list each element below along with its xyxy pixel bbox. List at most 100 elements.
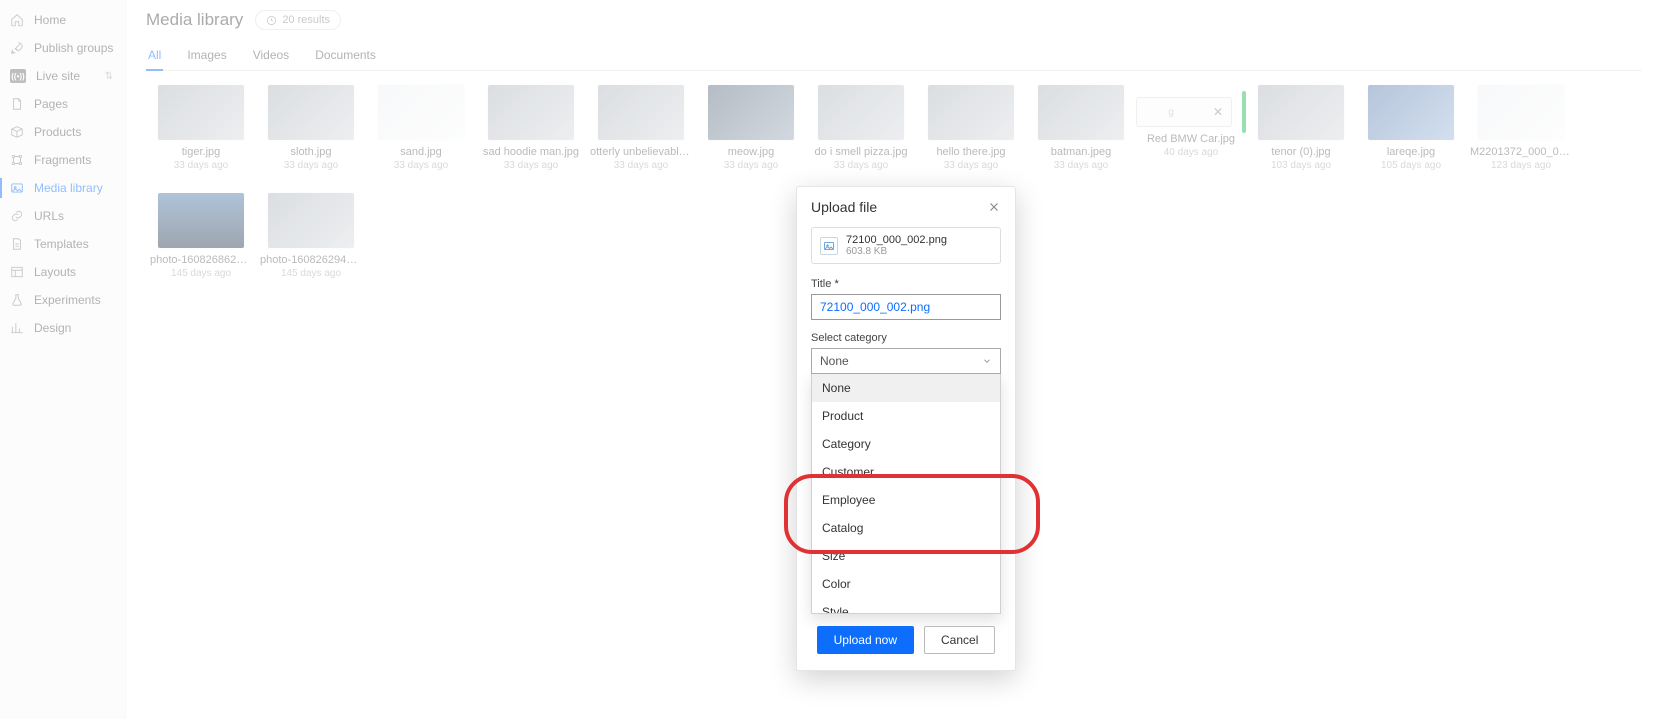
chevron-down-icon: [982, 356, 992, 366]
media-item[interactable]: lareqe.jpg 105 days ago: [1356, 85, 1466, 171]
media-item[interactable]: batman.jpeg33 days ago: [1026, 85, 1136, 171]
sidebar-item-urls[interactable]: URLs: [0, 202, 125, 230]
sidebar-item-pages[interactable]: Pages: [0, 90, 125, 118]
results-badge: 20 results: [255, 10, 341, 30]
category-option-size[interactable]: Size: [812, 542, 1000, 570]
sidebar-item-label: Design: [34, 321, 71, 335]
category-select[interactable]: None: [811, 348, 1001, 374]
frag-icon: [10, 153, 24, 167]
category-option-customer[interactable]: Customer: [812, 458, 1000, 486]
category-option-none[interactable]: None: [812, 374, 1000, 402]
tab-videos[interactable]: Videos: [251, 42, 291, 70]
image-file-icon: [820, 237, 838, 255]
media-age: 123 days ago: [1466, 160, 1576, 171]
media-filename: do i smell pizza.jpg: [806, 146, 916, 158]
sidebar-item-layouts[interactable]: Layouts: [0, 258, 125, 286]
sidebar-item-design[interactable]: Design: [0, 314, 125, 342]
media-item[interactable]: photo-160826862760...145 days ago: [146, 193, 256, 279]
sidebar-item-label: Products: [34, 125, 81, 139]
thumbnail: [1258, 85, 1344, 140]
media-item[interactable]: sand.jpg33 days ago: [366, 85, 476, 171]
sidebar-item-experiments[interactable]: Experiments: [0, 286, 125, 314]
media-item[interactable]: M2201372_000_002.p...123 days ago: [1466, 85, 1576, 171]
sidebar-item-label: Publish groups: [34, 41, 113, 55]
thumbnail: [1038, 85, 1124, 140]
media-item[interactable]: otterly unbelievable.j... 33 days ago: [586, 85, 696, 171]
media-age: 40 days ago: [1136, 147, 1246, 158]
media-item[interactable]: tiger.jpg 33 days ago: [146, 85, 256, 171]
media-age: 33 days ago: [916, 160, 1026, 171]
home-icon: [10, 13, 24, 27]
category-option-color[interactable]: Color: [812, 570, 1000, 598]
cancel-upload-icon[interactable]: ✕: [1205, 99, 1231, 125]
sidebar-item-label: Layouts: [34, 265, 76, 279]
updown-icon[interactable]: ⇅: [105, 71, 113, 82]
media-age: 33 days ago: [806, 160, 916, 171]
thumbnail: [708, 85, 794, 140]
sidebar-item-products[interactable]: Products: [0, 118, 125, 146]
layout-icon: [10, 265, 24, 279]
title-input[interactable]: [811, 294, 1001, 320]
sidebar-item-label: Fragments: [34, 153, 91, 167]
media-filename: lareqe.jpg: [1356, 146, 1466, 158]
media-filename: tiger.jpg: [146, 146, 256, 158]
media-filename: Red BMW Car.jpg: [1136, 133, 1246, 145]
flask-icon: [10, 293, 24, 307]
thumbnail: [488, 85, 574, 140]
thumbnail: [268, 193, 354, 248]
media-age: 145 days ago: [256, 268, 366, 279]
media-filename: tenor (0).jpg: [1246, 146, 1356, 158]
live-icon: ((•)): [10, 69, 26, 83]
close-icon[interactable]: [987, 200, 1001, 214]
tab-all[interactable]: All: [146, 42, 163, 70]
media-age: 33 days ago: [1026, 160, 1136, 171]
sidebar-item-templates[interactable]: Templates: [0, 230, 125, 258]
sidebar-item-live-site[interactable]: ((•)) Live site ⇅: [0, 62, 125, 90]
tabs: All Images Videos Documents: [146, 42, 1642, 71]
thumbnail: [598, 85, 684, 140]
media-item[interactable]: meow.jpg33 days ago: [696, 85, 806, 171]
sidebar-item-publish-groups[interactable]: Publish groups: [0, 34, 125, 62]
page-icon: [10, 97, 24, 111]
media-item[interactable]: do i smell pizza.jpg 33 days ago: [806, 85, 916, 171]
media-age: 33 days ago: [586, 160, 696, 171]
media-icon: [10, 181, 24, 195]
sidebar-item-label: Live site: [36, 69, 80, 83]
category-option-employee[interactable]: Employee: [812, 486, 1000, 514]
dialog-title: Upload file: [811, 199, 877, 215]
sidebar-item-fragments[interactable]: Fragments: [0, 146, 125, 174]
tab-images[interactable]: Images: [185, 42, 228, 70]
thumbnail: [1368, 85, 1454, 140]
sidebar-item-media-library[interactable]: Media library: [0, 174, 125, 202]
media-age: 33 days ago: [696, 160, 806, 171]
media-filename: sand.jpg: [366, 146, 476, 158]
upload-button[interactable]: Upload now: [817, 626, 914, 654]
thumbnail: [818, 85, 904, 140]
media-age: 103 days ago: [1246, 160, 1356, 171]
media-age: 33 days ago: [146, 160, 256, 171]
sidebar-item-label: URLs: [34, 209, 64, 223]
clock-icon: [266, 15, 277, 26]
thumbnail: [928, 85, 1014, 140]
sidebar-item-label: Pages: [34, 97, 68, 111]
category-option-product[interactable]: Product: [812, 402, 1000, 430]
thumbnail: [268, 85, 354, 140]
category-option-category[interactable]: Category: [812, 430, 1000, 458]
category-option-style[interactable]: Style: [812, 598, 1000, 614]
media-item[interactable]: sad hoodie man.jpg33 days ago: [476, 85, 586, 171]
media-filename: otterly unbelievable.j...: [586, 146, 696, 158]
thumbnail: [158, 85, 244, 140]
media-age: 105 days ago: [1356, 160, 1466, 171]
media-item[interactable]: g✕Red BMW Car.jpg40 days ago: [1136, 85, 1246, 171]
tab-documents[interactable]: Documents: [313, 42, 378, 70]
media-filename: photo-160826294108...: [256, 254, 366, 266]
media-item[interactable]: hello there.jpg33 days ago: [916, 85, 1026, 171]
media-filename: sad hoodie man.jpg: [476, 146, 586, 158]
media-item[interactable]: photo-160826294108... 145 days ago: [256, 193, 366, 279]
sidebar-item-home[interactable]: Home: [0, 6, 125, 34]
category-option-catalog[interactable]: Catalog: [812, 514, 1000, 542]
cancel-button[interactable]: Cancel: [924, 626, 995, 654]
media-item[interactable]: tenor (0).jpg 103 days ago: [1246, 85, 1356, 171]
media-filename: photo-160826862760...: [146, 254, 256, 266]
media-item[interactable]: sloth.jpg33 days ago: [256, 85, 366, 171]
